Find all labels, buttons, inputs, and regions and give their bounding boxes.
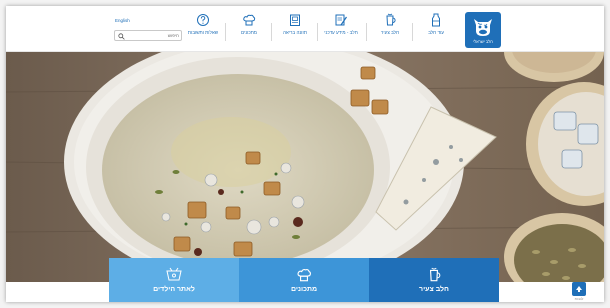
chef-hat-icon xyxy=(243,14,256,26)
tile-young-milk[interactable]: חלב צעיר xyxy=(369,258,499,302)
nav-item-milk-info[interactable]: חלב - מידע עדכני xyxy=(319,13,363,47)
cow-logo-icon xyxy=(474,19,492,36)
baby-cup-icon xyxy=(386,13,396,26)
nav-item-more-milk[interactable]: עוד חלב xyxy=(414,13,458,47)
search-input[interactable] xyxy=(127,31,179,40)
scroll-top-button[interactable] xyxy=(572,282,586,296)
site-header: חלב ישראלי עוד חלב חלב צעיר חלב - מידע ע… xyxy=(6,6,604,52)
chef-hat-icon xyxy=(297,268,312,282)
tile-label: מתכונים xyxy=(290,286,318,293)
article-pen-icon xyxy=(335,14,347,26)
milk-bottle-icon xyxy=(432,13,440,27)
scroll-top-label: לגבות xyxy=(574,297,584,301)
nav-label: עוד חלב xyxy=(428,30,444,35)
nav-label: חלב צעיר xyxy=(380,30,400,35)
nav-label: שאלות ותשובות xyxy=(187,30,219,35)
site-logo[interactable]: חלב ישראלי xyxy=(465,12,501,48)
search-box xyxy=(114,30,182,41)
language-switch-link[interactable]: English xyxy=(115,18,130,23)
feature-tiles: לאתר הילדים מתכונים חלב צעיר xyxy=(109,258,499,302)
nav-label: תזונה בריאה xyxy=(282,30,308,35)
search-icon[interactable] xyxy=(118,32,125,40)
tile-recipes[interactable]: מתכונים xyxy=(239,258,369,302)
tile-label: לאתר הילדים xyxy=(153,286,195,293)
tile-kids-site[interactable]: לאתר הילדים xyxy=(109,258,239,302)
nav-item-healthy-nutrition[interactable]: תזונה בריאה xyxy=(273,13,317,47)
nav-item-young-milk[interactable]: חלב צעיר xyxy=(368,13,412,47)
nav-label: מתכונים xyxy=(241,30,257,35)
nav-item-recipes[interactable]: מתכונים xyxy=(227,13,271,47)
logo-text: חלב ישראלי xyxy=(473,39,493,44)
tile-label: חלב צעיר xyxy=(419,286,449,293)
browser-page: חלב ישראלי עוד חלב חלב צעיר חלב - מידע ע… xyxy=(6,6,604,302)
kids-toy-icon xyxy=(166,267,182,281)
hero-food-image xyxy=(6,52,604,282)
nav-label: חלב - מידע עדכני xyxy=(324,30,358,35)
nav-item-faq[interactable]: שאלות ותשובות xyxy=(181,13,225,47)
arrow-up-icon xyxy=(576,286,582,292)
question-circle-icon xyxy=(197,14,209,26)
baby-cup-icon xyxy=(429,267,441,282)
food-box-icon xyxy=(290,14,300,26)
